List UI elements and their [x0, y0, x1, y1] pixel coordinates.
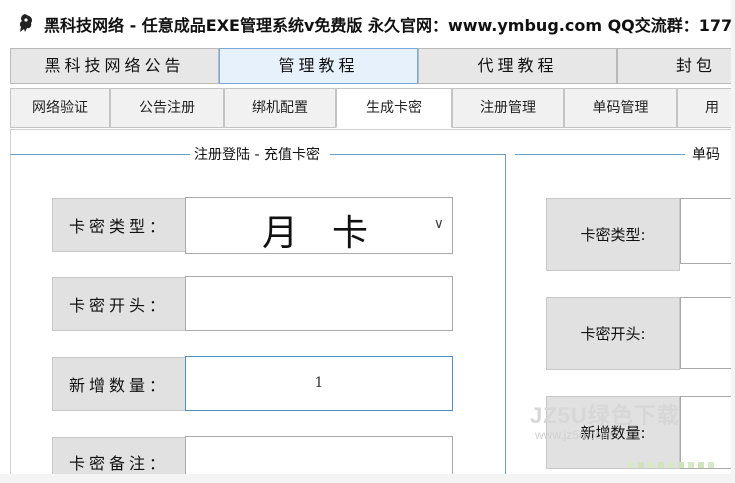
card-note-label: 卡密备注： [52, 437, 186, 477]
tab-network-verify[interactable]: 网络验证 [10, 88, 110, 128]
tab-announcement[interactable]: 黑科技网络公告 [10, 48, 219, 84]
group-title-register-login: 注册登陆 - 充值卡密 [190, 144, 324, 164]
tab-packet[interactable]: 封包 [617, 48, 735, 84]
group-divider [505, 154, 506, 474]
title-bar: 黑科技网络 - 任意成品EXE管理系统v免费版 永久官网：www.ymbug.c… [0, 0, 735, 46]
tab-admin-tutorial[interactable]: 管理教程 [219, 48, 418, 84]
right-card-prefix-label: 卡密开头: [546, 297, 680, 370]
tab-device-binding[interactable]: 绑机配置 [224, 88, 336, 128]
watermark-logo: JZ5U绿色下载 [530, 403, 680, 428]
group-title-single-code: 单码 [688, 144, 724, 164]
card-type-label: 卡密类型： [52, 198, 186, 252]
hacker-logo-icon [16, 13, 36, 33]
right-card-prefix-input[interactable] [680, 297, 735, 369]
card-note-input[interactable] [185, 436, 453, 476]
card-type-value: 月卡 [262, 213, 403, 254]
right-card-type-select[interactable] [680, 198, 735, 264]
tab-agent-tutorial[interactable]: 代理教程 [418, 48, 617, 84]
right-card-type-label: 卡密类型: [546, 198, 680, 271]
window-edge [731, 0, 735, 483]
card-prefix-input[interactable] [185, 276, 453, 331]
group-border [10, 154, 190, 155]
main-tab-bar: 黑科技网络公告 管理教程 代理教程 封包 [10, 48, 735, 85]
chevron-down-icon[interactable]: ∨ [434, 216, 444, 232]
sub-tab-bar: 网络验证 公告注册 绑机配置 生成卡密 注册管理 单码管理 用 [10, 88, 735, 130]
card-prefix-label: 卡密开头： [52, 277, 186, 331]
group-border [515, 154, 685, 155]
add-count-input[interactable]: 1 [185, 356, 453, 411]
tab-announcement-register[interactable]: 公告注册 [110, 88, 224, 128]
watermark-dots [628, 456, 720, 468]
tab-single-code-manage[interactable]: 单码管理 [564, 88, 677, 128]
window-title: 黑科技网络 - 任意成品EXE管理系统v免费版 永久官网：www.ymbug.c… [44, 16, 735, 35]
group-border [330, 154, 505, 155]
card-type-select[interactable]: 月卡 ∨ [185, 197, 453, 254]
add-count-label: 新增数量： [52, 357, 186, 411]
tab-generate-cards[interactable]: 生成卡密 [336, 88, 452, 128]
tab-register-manage[interactable]: 注册管理 [452, 88, 564, 128]
add-count-value: 1 [314, 375, 324, 391]
window-edge [0, 474, 735, 483]
watermark-url: www.jz5u.com [535, 428, 612, 442]
tab-user[interactable]: 用 [677, 88, 735, 128]
